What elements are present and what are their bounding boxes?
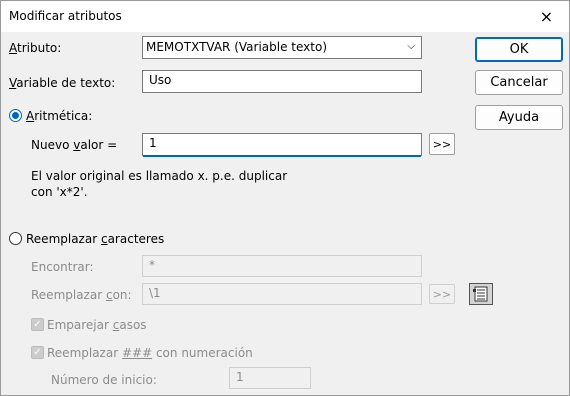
new-value-text: 1	[149, 136, 157, 150]
text-variable-field[interactable]: Uso	[142, 70, 422, 93]
window-title: Modificar atributos	[9, 9, 122, 23]
list-picker-icon[interactable]	[469, 283, 493, 305]
new-value-field[interactable]: 1	[142, 133, 422, 157]
arithmetic-help-line2: con 'x*2'.	[31, 185, 88, 199]
help-button[interactable]: Ayuda	[475, 105, 563, 130]
arithmetic-help-line1: El valor original es llamado x. p.e. dup…	[31, 169, 288, 183]
text-variable-label: Variable de texto:	[9, 76, 116, 90]
arithmetic-radio[interactable]	[9, 109, 22, 122]
replace-with-label: Reemplazar con:	[31, 288, 132, 302]
new-value-label: Nuevo valor =	[31, 138, 118, 152]
arithmetic-label: Aritmética:	[26, 109, 93, 123]
attribute-select-value: MEMOTXTVAR (Variable texto)	[146, 40, 327, 54]
title-bar: Modificar atributos ×	[1, 1, 569, 32]
focus-underline	[143, 155, 421, 157]
numbering-checkbox[interactable]: ✓	[31, 346, 44, 359]
chevron-down-icon: ⌵	[407, 41, 415, 52]
replace-with-field[interactable]: \1	[142, 283, 422, 305]
new-value-expand-button[interactable]: >>	[429, 133, 455, 155]
find-field[interactable]: *	[142, 255, 422, 277]
match-case-label: Emparejar casos	[47, 318, 147, 332]
match-case-checkbox[interactable]: ✓	[31, 318, 44, 331]
numbering-label: Reemplazar ### con numeración	[47, 346, 253, 360]
cancel-button[interactable]: Cancelar	[475, 70, 563, 95]
replace-chars-radio[interactable]	[9, 232, 22, 245]
replace-chars-label: Reemplazar caracteres	[26, 232, 165, 246]
close-icon[interactable]: ×	[524, 1, 569, 32]
replace-with-expand-button[interactable]: >>	[429, 284, 455, 304]
start-number-field[interactable]: 1	[229, 367, 311, 389]
find-label: Encontrar:	[31, 260, 94, 274]
start-number-label: Número de inicio:	[51, 373, 157, 387]
ok-button[interactable]: OK	[475, 37, 563, 62]
attribute-label: Atributo:	[9, 41, 62, 55]
modify-attributes-dialog: Modificar atributos × Atributo: MEMOTXTV…	[0, 0, 570, 396]
attribute-select[interactable]: MEMOTXTVAR (Variable texto) ⌵	[142, 36, 422, 59]
